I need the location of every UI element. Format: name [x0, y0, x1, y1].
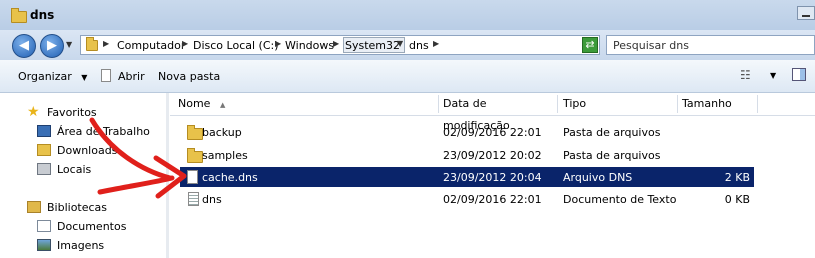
chevron-down-icon[interactable]: ▼: [770, 71, 776, 80]
star-icon: ★: [27, 104, 40, 120]
file-type: Documento de Texto: [563, 193, 677, 206]
folder-icon: [11, 8, 27, 23]
recent-pages-chevron-icon[interactable]: ▼: [66, 40, 72, 49]
sidebar-item-pictures[interactable]: Imagens: [57, 239, 104, 252]
downloads-folder-icon: [37, 144, 51, 156]
refresh-icon[interactable]: ⇄: [582, 37, 598, 53]
organize-button[interactable]: Organizar ▼: [18, 70, 87, 83]
file-size: 0 KB: [724, 193, 750, 206]
column-header: Nome ▲ Data de modificação Tipo Tamanho: [170, 93, 815, 132]
chevron-right-icon[interactable]: ▶: [103, 39, 109, 48]
breadcrumb-computer[interactable]: Computador: [117, 39, 185, 52]
organize-label: Organizar: [18, 70, 72, 83]
chevron-down-icon: ▼: [81, 73, 88, 82]
breadcrumb-local-disk[interactable]: Disco Local (C:): [193, 39, 279, 52]
file-date: 02/09/2016 22:01: [443, 193, 542, 206]
view-options-icon[interactable]: ☷: [740, 68, 751, 82]
breadcrumb-system32[interactable]: System32: [345, 39, 400, 52]
file-row-samples[interactable]: samples 23/09/2012 20:02 Pasta de arquiv…: [180, 145, 754, 165]
minimize-button[interactable]: [797, 6, 815, 20]
file-type: Pasta de arquivos: [563, 149, 661, 162]
column-size[interactable]: Tamanho: [674, 93, 754, 115]
annotation-arrow-icon: [89, 117, 187, 199]
sidebar-item-documents[interactable]: Documentos: [57, 220, 126, 233]
open-button[interactable]: Abrir: [118, 70, 145, 83]
file-type: Pasta de arquivos: [563, 126, 661, 139]
chevron-right-icon[interactable]: ▶: [433, 39, 439, 48]
breadcrumb-windows[interactable]: Windows: [285, 39, 334, 52]
column-type[interactable]: Tipo: [555, 93, 675, 115]
pictures-icon: [37, 239, 51, 251]
chevron-down-icon[interactable]: ▼: [397, 39, 403, 48]
back-button[interactable]: ◀: [12, 34, 36, 58]
file-date: 02/09/2016 22:01: [443, 126, 542, 139]
recent-places-icon: [37, 163, 51, 175]
address-bar[interactable]: ▶ Computador ▶ Disco Local (C:) ▶ Window…: [80, 35, 600, 55]
new-folder-button[interactable]: Nova pasta: [158, 70, 220, 83]
preview-pane-icon[interactable]: [792, 68, 806, 81]
chevron-right-icon[interactable]: ▶: [182, 39, 188, 48]
file-date: 23/09/2012 20:04: [443, 171, 542, 184]
open-icon: [101, 69, 111, 82]
column-date[interactable]: Data de modificação: [435, 93, 555, 132]
window-title: dns: [30, 8, 55, 22]
column-divider[interactable]: [757, 95, 758, 113]
file-row-dns[interactable]: dns 02/09/2016 22:01 Documento de Texto …: [180, 189, 754, 209]
folder-icon: [86, 37, 98, 51]
file-row-backup[interactable]: backup 02/09/2016 22:01 Pasta de arquivo…: [180, 122, 754, 142]
file-date: 23/09/2012 20:02: [443, 149, 542, 162]
breadcrumb-dns[interactable]: dns: [409, 39, 429, 52]
documents-icon: [37, 220, 51, 232]
file-type: Arquivo DNS: [563, 171, 633, 184]
libraries-icon: [27, 201, 41, 213]
title-bar: [0, 0, 815, 31]
file-row-cache-dns[interactable]: cache.dns 23/09/2012 20:04 Arquivo DNS 2…: [180, 167, 754, 187]
file-size: 2 KB: [724, 171, 750, 184]
desktop-icon: [37, 125, 51, 137]
search-input[interactable]: Pesquisar dns: [606, 35, 815, 55]
chevron-right-icon[interactable]: ▶: [275, 39, 281, 48]
forward-button[interactable]: ▶: [40, 34, 64, 58]
chevron-right-icon[interactable]: ▶: [333, 39, 339, 48]
